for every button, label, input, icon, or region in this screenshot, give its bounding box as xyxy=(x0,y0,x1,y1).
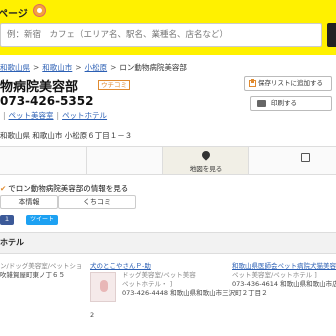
breadcrumb-prefecture[interactable]: 和歌山県 xyxy=(0,63,30,72)
tag-separator: | xyxy=(56,111,60,120)
breadcrumb-separator: > xyxy=(110,63,117,72)
breadcrumb-separator: > xyxy=(75,63,82,72)
brand-title[interactable]: ページ xyxy=(0,5,28,20)
header-bar: ページ xyxy=(0,0,336,55)
nearby-item-1[interactable]: ン/ドッグ美容室/ペットショ 吹雑賀屋町東ノ丁６５ xyxy=(0,262,82,280)
nearby-item-3[interactable]: 和歌山県医師会ペット病院犬猫美容部 ペット美容室/ペットホテル ] 073-43… xyxy=(232,262,336,289)
nearby-category: ン/ドッグ美容室/ペットショ xyxy=(0,262,83,270)
search-box[interactable] xyxy=(0,23,322,47)
category-tags: | ペット美容室 | ペットホテル xyxy=(0,110,107,121)
tab-basic-info[interactable]: 本情報 xyxy=(0,195,58,209)
nearby-shop-name[interactable]: 犬のとこやさんＰ-助 xyxy=(90,262,236,271)
phone-number[interactable]: 073-426-5352 xyxy=(0,94,93,108)
facebook-share-button[interactable]: １ xyxy=(0,215,14,225)
action-extra[interactable] xyxy=(248,147,336,174)
save-list-button[interactable]: 保存リストに追加する xyxy=(244,76,332,91)
map-button[interactable]: 地図を見る xyxy=(162,147,248,174)
save-list-label: 保存リストに追加する xyxy=(258,79,323,87)
page-title: 物病院美容部 xyxy=(0,80,79,95)
page: ページ 和歌山県>和歌山市>小松原>ロン動物病院美容部 物病院美容部 ウチコミ … xyxy=(0,0,336,336)
tweet-button[interactable]: ツイート xyxy=(26,215,58,225)
print-button[interactable]: 印刷する xyxy=(250,96,332,111)
nearby-shop-name[interactable]: 和歌山県医師会ペット病院犬猫美容部 xyxy=(232,262,336,271)
shop-thumbnail[interactable] xyxy=(90,272,116,302)
nearby-extra: 2 xyxy=(90,311,95,319)
check-icon: ✔ xyxy=(0,184,7,193)
nearby-address: 吹雑賀屋町東ノ丁６５ xyxy=(0,271,65,279)
square-icon xyxy=(301,153,310,162)
action-blank[interactable] xyxy=(86,147,162,174)
search-button[interactable] xyxy=(327,23,336,47)
uchikomi-badge: ウチコミ xyxy=(98,80,130,90)
search-input[interactable] xyxy=(1,24,321,46)
nearby-phone: 073-426-4448 xyxy=(122,289,169,297)
tag-pet-hotel[interactable]: ペットホテル xyxy=(62,111,107,120)
breadcrumb-city[interactable]: 和歌山市 xyxy=(42,63,72,72)
tag-separator: | xyxy=(3,111,6,120)
tag-pet-salon[interactable]: ペット美容室 xyxy=(9,111,54,120)
action-row: 地図を見る xyxy=(0,146,336,175)
nearby-category: ペット美容室/ペットホテル ] xyxy=(232,271,317,279)
info-heading: ✔ でロン動物病院美容部の情報を見る xyxy=(0,183,128,194)
nearby-phone: 073-436-4614 xyxy=(232,280,279,288)
map-button-label: 地図を見る xyxy=(189,165,223,173)
info-heading-text: でロン動物病院美容部の情報を見る xyxy=(8,184,129,193)
map-pin-icon xyxy=(200,149,212,161)
tab-reviews[interactable]: くちコミ xyxy=(58,195,136,209)
brand-logo-icon[interactable] xyxy=(33,4,46,17)
printer-icon xyxy=(257,100,266,107)
nearby-address: 和歌山県和歌山市広瀬通丁２丁目６ xyxy=(280,280,336,288)
breadcrumb-area[interactable]: 小松原 xyxy=(85,63,108,72)
address: 和歌山県 和歌山市 小松原６丁目１－３ xyxy=(0,131,133,140)
nearby-heading: ホテル xyxy=(0,232,336,254)
breadcrumb-separator: > xyxy=(33,63,40,72)
breadcrumb: 和歌山県 > 和歌山市 > 小松原 > ロン動物病院美容部 xyxy=(0,62,187,72)
nearby-address: 和歌山県和歌山市三沢町２丁目２ xyxy=(170,289,268,297)
breadcrumb-current: ロン動物病院美容部 xyxy=(119,63,187,72)
print-label: 印刷する xyxy=(271,99,297,107)
bookmark-icon xyxy=(249,79,256,87)
